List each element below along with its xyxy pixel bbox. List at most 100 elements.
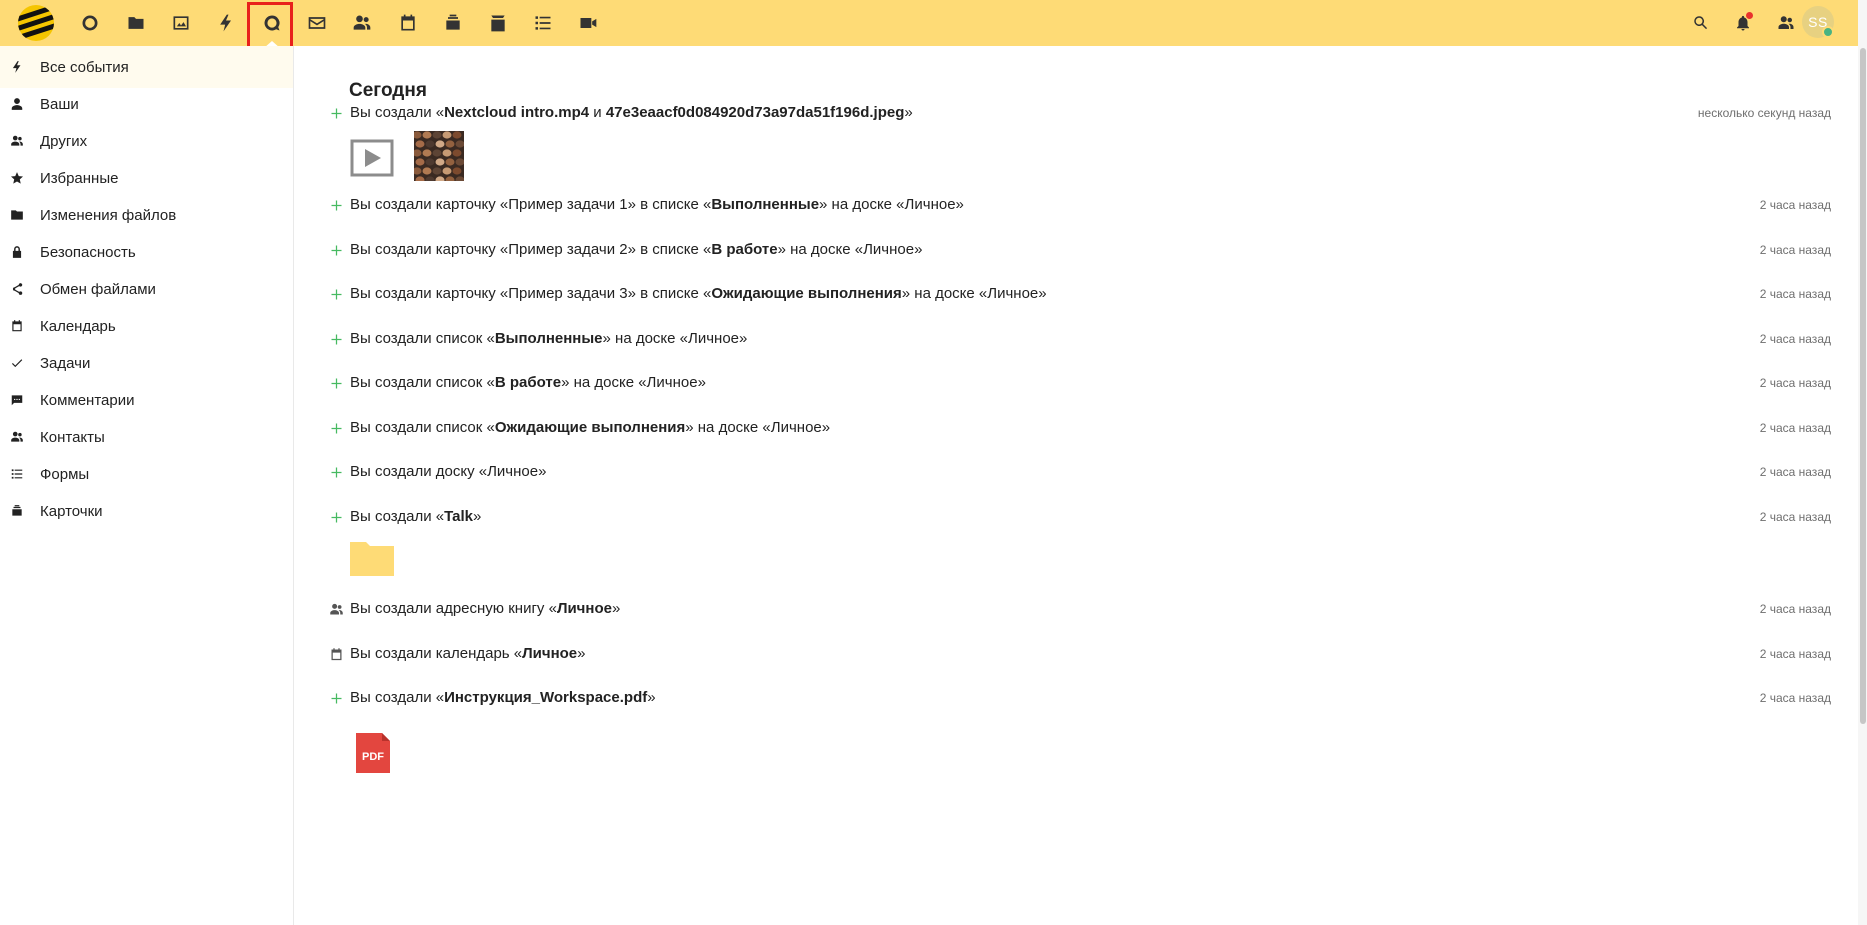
activity-text: Вы создали «Инструкция_Workspace.pdf» [350,689,656,706]
calendar-icon [327,645,345,663]
photos-icon [173,16,189,30]
sidebar-item-label: Контакты [40,428,105,446]
sidebar-item-label: Задачи [40,354,91,372]
calendar-icon [9,318,25,334]
activity-text-part: Вы создали доску «Личное» [350,463,547,480]
section-title: Сегодня [349,80,427,101]
search-button[interactable] [1681,0,1721,46]
activity-item: Вы создали адресную книгу «Личное» 2 часа… [327,597,1831,621]
sidebar-item-label: Других [40,132,88,150]
plus-icon [327,508,345,526]
sidebar-item-label: Все события [40,58,129,76]
top-app-bar: SS [0,0,1858,55]
check-icon [9,355,25,371]
beeline-logo[interactable] [16,3,60,43]
contacts-icon [1778,16,1794,29]
folder-icon [350,542,394,576]
contacts-menu-button[interactable] [1766,0,1806,46]
activity-text: Вы создали доску «Личное» [350,463,546,480]
activity-text-part: » на доске «Личное» [901,285,1047,302]
activity-text: Вы создали календарь «Личное» [350,645,586,662]
sidebar-item-label: Комментарии [40,391,135,409]
activity-text-part: » на доске «Личное» [561,374,706,391]
comment-icon [9,392,25,408]
activity-object-link[interactable]: Выполненные [711,196,819,213]
sidebar-item-check[interactable]: Задачи [0,342,293,384]
activity-object-link[interactable]: Инструкция_Workspace.pdf [444,689,647,706]
tasks-icon [535,16,551,30]
video-file-preview[interactable] [350,139,394,177]
activity-timestamp: 2 часа назад [1759,376,1831,390]
activity-object-link[interactable]: Talk [444,508,473,525]
notification-dot [1746,12,1753,19]
activity-object-link[interactable]: Ожидающие выполнения [495,419,685,436]
sidebar-item-comment[interactable]: Комментарии [0,379,293,421]
sidebar-item-contacts[interactable]: Контакты [0,416,293,458]
activity-sidebar: Все события Ваши Других Избранные Изменения … [0,46,294,925]
pdf-file-preview[interactable]: PDF [354,731,392,775]
user-icon [9,96,25,112]
sidebar-item-star[interactable]: Избранные [0,157,293,199]
activity-timestamp: 2 часа назад [1759,198,1831,212]
sidebar-item-folder[interactable]: Изменения файлов [0,194,293,236]
activity-item: Вы создали карточку «Пример задачи 3» в … [327,282,1831,306]
activity-object-link[interactable]: 47e3eaacf0d084920d73a97da51f196d.jpeg [606,104,905,121]
svg-text:PDF: PDF [362,751,384,763]
star-icon [9,170,25,186]
plus-icon [327,104,345,122]
deck-icon [9,503,25,519]
activity-text: Вы создали список «Ожидающие выполнения»… [350,419,830,436]
plus-icon [327,689,345,707]
activity-text-part: » на доске «Личное» [602,330,748,347]
activity-text: Вы создали карточку «Пример задачи 3» в … [350,285,1047,302]
activity-text-part: Вы создали « [350,104,445,121]
activity-item: Вы создали «Инструкция_Workspace.pdf» 2 ч… [327,686,1831,710]
sidebar-item-label: Избранные [40,169,119,187]
activity-object-link[interactable]: Личное [522,645,577,662]
activity-text: Вы создали «Talk» [350,508,481,525]
sidebar-item-forms[interactable]: Формы [0,453,293,495]
activity-text: Вы создали карточку «Пример задачи 2» в … [350,241,922,258]
activity-timestamp: 2 часа назад [1759,332,1831,346]
notifications-button[interactable] [1723,0,1763,46]
app-video-button[interactable] [561,0,615,46]
deck-icon [446,14,460,30]
activity-object-link[interactable]: Ожидающие выполнения [711,285,901,302]
activity-timestamp: 2 часа назад [1759,421,1831,435]
activity-object-link[interactable]: Личное [557,600,612,617]
sidebar-item-label: Формы [40,465,90,483]
sidebar-item-user[interactable]: Ваши [0,83,293,125]
calendar-icon [401,14,415,31]
sidebar-item-calendar[interactable]: Календарь [0,305,293,347]
mail-icon [308,17,326,29]
activity-text-part: » [904,104,913,121]
activity-object-link[interactable]: Выполненные [495,330,603,347]
activity-object-link[interactable]: Nextcloud intro.mp4 [444,104,589,121]
activity-item: Вы создали список «Выполненные» на доске… [327,327,1831,351]
folder-preview[interactable] [350,538,394,578]
sidebar-item-share[interactable]: Обмен файлами [0,268,293,310]
activity-text-part: » на доске «Личное» [819,196,964,213]
activity-timestamp: 2 часа назад [1759,465,1831,479]
activity-item: Вы создали список «Ожидающие выполнения»… [327,416,1831,440]
sidebar-item-lock[interactable]: Безопасность [0,231,293,273]
activity-item: Вы создали доску «Личное» 2 часа назад [327,460,1831,484]
sidebar-item-lightning[interactable]: Все события [0,46,293,88]
video-file-icon [350,139,394,177]
activity-text-part: » [577,645,586,662]
video-icon [580,18,597,28]
activity-timestamp: 2 часа назад [1759,243,1831,257]
share-icon [9,281,25,297]
activity-text-part: Вы создали список « [350,419,495,436]
activity-object-link[interactable]: В работе [495,374,561,391]
sidebar-item-users[interactable]: Других [0,120,293,162]
activity-timestamp: 2 часа назад [1759,691,1831,705]
scrollbar-thumb[interactable] [1860,48,1866,724]
activity-object-link[interactable]: В работе [711,241,777,258]
activity-text-part: и [589,104,606,121]
image-file-preview[interactable] [412,131,465,184]
activity-timestamp: 2 часа назад [1759,287,1831,301]
activity-text-part: Вы создали карточку «Пример задачи 2» в … [350,241,712,258]
sidebar-item-deck[interactable]: Карточки [0,490,293,532]
activity-text-part: Вы создали карточку «Пример задачи 1» в … [350,196,712,213]
